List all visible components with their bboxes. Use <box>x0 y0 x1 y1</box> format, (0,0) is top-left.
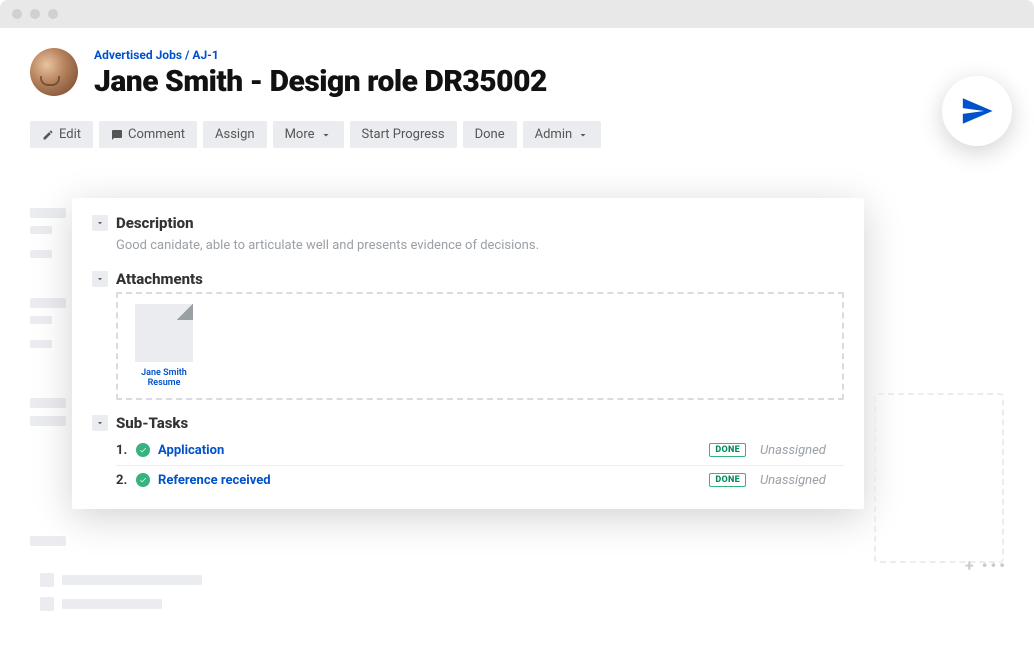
subtask-link[interactable]: Application <box>158 443 709 458</box>
status-badge: DONE <box>709 443 746 457</box>
status-badge: DONE <box>709 473 746 487</box>
breadcrumb[interactable]: Advertised Jobs / AJ-1 <box>94 48 1004 62</box>
action-toolbar: Edit Comment Assign More Start Progress … <box>30 121 1004 148</box>
assign-button[interactable]: Assign <box>203 121 267 148</box>
subtask-row[interactable]: 1. Application DONE Unassigned <box>116 436 844 466</box>
window-control-dot[interactable] <box>30 9 40 19</box>
check-circle-icon <box>136 473 150 487</box>
subtasks-heading: Sub-Tasks <box>116 414 188 432</box>
chevron-down-icon <box>320 129 332 141</box>
attachment-item[interactable]: Jane Smith Resume <box>128 304 200 388</box>
description-body: Good canidate, able to articulate well a… <box>116 236 844 256</box>
window-control-dot[interactable] <box>48 9 58 19</box>
chevron-down-icon <box>95 218 105 228</box>
chevron-down-icon <box>95 418 105 428</box>
attachments-heading: Attachments <box>116 270 203 288</box>
subtask-number: 1. <box>116 443 132 458</box>
attachments-dropzone[interactable]: Jane Smith Resume <box>116 292 844 400</box>
start-progress-button[interactable]: Start Progress <box>350 121 457 148</box>
comment-button[interactable]: Comment <box>99 121 197 148</box>
footer-placeholder <box>40 573 864 621</box>
chevron-down-icon <box>577 129 589 141</box>
window-titlebar <box>0 0 1034 28</box>
page-title: Jane Smith - Design role DR35002 <box>94 64 1004 99</box>
add-placeholder[interactable]: +••• <box>965 556 1008 575</box>
subtask-row[interactable]: 2. Reference received DONE Unassigned <box>116 466 844 495</box>
pencil-icon <box>42 129 54 141</box>
check-circle-icon <box>136 443 150 457</box>
edit-button[interactable]: Edit <box>30 121 93 148</box>
subtask-number: 2. <box>116 473 132 488</box>
sidebar-placeholder <box>30 208 72 554</box>
comment-icon <box>111 129 123 141</box>
done-button[interactable]: Done <box>463 121 517 148</box>
admin-button[interactable]: Admin <box>523 121 602 148</box>
subtask-link[interactable]: Reference received <box>158 473 709 488</box>
chevron-down-icon <box>95 274 105 284</box>
attachment-label: Jane Smith Resume <box>128 368 200 388</box>
window-control-dot[interactable] <box>12 9 22 19</box>
more-button[interactable]: More <box>273 121 344 148</box>
detail-panel: Description Good canidate, able to artic… <box>72 198 864 509</box>
app-logo-fab[interactable] <box>942 76 1012 146</box>
file-icon <box>135 304 193 362</box>
collapse-toggle[interactable] <box>92 415 108 431</box>
collapse-toggle[interactable] <box>92 271 108 287</box>
subtask-assignee: Unassigned <box>760 473 844 488</box>
subtask-assignee: Unassigned <box>760 443 844 458</box>
description-heading: Description <box>116 214 194 232</box>
right-panel-placeholder: +••• <box>874 393 1004 563</box>
avatar[interactable] <box>30 48 78 96</box>
send-icon <box>960 94 994 128</box>
collapse-toggle[interactable] <box>92 215 108 231</box>
